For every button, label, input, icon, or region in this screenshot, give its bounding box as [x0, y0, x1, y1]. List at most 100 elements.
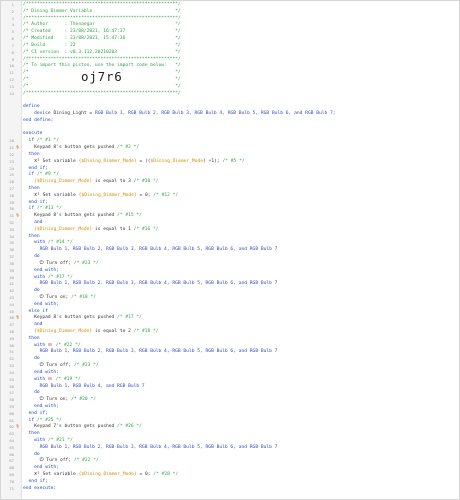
code-editor: oj7r6 1/********************************…: [0, 0, 460, 500]
code-line[interactable]: 11 /* */: [1, 70, 459, 77]
code-text: then: [23, 151, 40, 157]
code-line[interactable]: 28 x² Set variable {$Dining_Dimmer_Mode}…: [1, 193, 459, 200]
code-line[interactable]: 69 x² Set variable {$Dining_Dimmer_Mode}…: [1, 472, 459, 479]
code-line[interactable]: end define;: [1, 118, 459, 125]
code-line[interactable]: 36 RGB Bulb 1, RGB Bulb 2, RGB Bulb 3, R…: [1, 247, 459, 254]
code-line[interactable]: 21 ϟ Keypad 8's button gets pushed /* #2 …: [1, 145, 459, 152]
line-number: 62: [9, 424, 14, 430]
code-text: end with;: [23, 403, 59, 409]
code-line[interactable]: device Dining_Light = RGB Bulb 1, RGB Bu…: [1, 111, 459, 118]
code-text: do: [23, 288, 40, 294]
code-line[interactable]: 42 do: [1, 288, 459, 295]
line-number: 5: [11, 29, 14, 35]
line-number: 38: [9, 260, 14, 266]
code-line[interactable]: 32 and: [1, 220, 459, 227]
line-number: 12: [9, 76, 14, 82]
code-line[interactable]: 53 ⏻ Turn off; /* #23 */: [1, 363, 459, 370]
code-text: then: [23, 431, 40, 437]
code-text: ⏻ Turn on; /* #20 */: [39, 397, 96, 403]
code-line[interactable]: 55 with /* #19 */: [1, 376, 459, 384]
code-line[interactable]: 22 then: [1, 152, 459, 159]
line-number: 2: [11, 8, 14, 14]
code-line[interactable]: 27 then: [1, 186, 459, 193]
code-text: do: [23, 254, 40, 260]
code-text: /* */: [23, 70, 181, 76]
line-number: 31: [9, 213, 14, 219]
line-number: 71: [9, 485, 14, 491]
code-line[interactable]: 63 then: [1, 431, 459, 438]
line-number: 60: [9, 410, 14, 416]
code-line[interactable]: 48 {$Dining_Dimmer_Mode} is equal to 2 /…: [1, 329, 459, 336]
code-line[interactable]: 41 RGB Bulb 1, RGB Bulb 2, RGB Bulb 3, R…: [1, 281, 459, 288]
code-line[interactable]: 24 end if;: [1, 166, 459, 173]
code-line[interactable]: 70 end if;: [1, 479, 459, 486]
code-line[interactable]: 59 end with;: [1, 404, 459, 411]
code-text: Keypad 8's button gets pushed /* #2 */: [23, 145, 140, 151]
code-line[interactable]: 43 ⏻ Turn on; /* #18 */: [1, 295, 459, 302]
code-line[interactable]: 37 do: [1, 254, 459, 261]
code-line[interactable]: define: [1, 104, 459, 111]
code-line[interactable]: 26 {$Dining_Dimmer_Mode} is equal to 3 /…: [1, 179, 459, 186]
code-line[interactable]: 33 {$Dining_Dimmer_Mode} is equal to 1 /…: [1, 227, 459, 234]
code-text: RGB Bulb 1, RGB Bulb 2, RGB Bulb 3, RGB …: [23, 281, 278, 287]
code-line[interactable]: 46 ϟ Keypad 8's button gets pushed /* #17…: [1, 315, 459, 322]
code-line[interactable]: 49 then: [1, 336, 459, 343]
code-line[interactable]: 58 ⏻ Turn on; /* #20 */: [1, 397, 459, 404]
code-line[interactable]: 23 x² Set variable {$Dining_Dimmer_Mode}…: [1, 159, 459, 166]
line-number: 30: [9, 206, 14, 212]
line-number: 9: [11, 56, 14, 62]
code-line[interactable]: 71 end execute;: [1, 486, 459, 493]
code-line[interactable]: 38 ⏻ Turn off; /* #23 */: [1, 261, 459, 268]
code-text: and: [23, 220, 43, 225]
code-line[interactable]: 31 ϟ Keypad 8's button gets pushed /* #15…: [1, 213, 459, 220]
code-line[interactable]: 29 end if;: [1, 200, 459, 207]
code-line[interactable]: 51 RGB Bulb 1, RGB Bulb 2, RGB Bulb 3, R…: [1, 349, 459, 356]
code-line[interactable]: 12 /* */: [1, 77, 459, 84]
code-text: end if;: [23, 478, 48, 484]
code-line[interactable]: [1, 97, 459, 104]
line-number: 29: [9, 199, 14, 205]
line-number: 34: [9, 233, 14, 239]
code-line[interactable]: 6 /* Modified : 23/08/2021, 15:47:36 */: [1, 36, 459, 43]
line-number: 7: [11, 42, 14, 48]
code-text: Keypad 8's button gets pushed /* #15 */: [23, 213, 142, 219]
line-number: 54: [9, 369, 14, 375]
code-line[interactable]: 1 /**************************************…: [1, 2, 459, 9]
code-line[interactable]: 14 /*************************************…: [1, 91, 459, 98]
code-line[interactable]: 7 /* Build : 22 */: [1, 43, 459, 50]
code-line[interactable]: [1, 125, 459, 132]
code-text: end define;: [23, 117, 54, 123]
code-line[interactable]: 65 RGB Bulb 1, RGB Bulb 2, RGB Bulb 3, R…: [1, 445, 459, 452]
line-number: 58: [9, 397, 14, 403]
line-number: 43: [9, 294, 14, 300]
line-number: 6: [11, 36, 14, 42]
code-line[interactable]: 8 /* CI version : v0.3.112.20210203 */: [1, 50, 459, 57]
code-line[interactable]: 47 and: [1, 322, 459, 329]
code-line[interactable]: 64 with /* #21 */: [1, 438, 459, 445]
code-line[interactable]: execute: [1, 131, 459, 138]
line-number: 4: [11, 22, 14, 28]
code-text: end execute;: [23, 485, 57, 491]
line-number: 33: [9, 226, 14, 232]
code-line[interactable]: 39 end with;: [1, 268, 459, 275]
code-line[interactable]: 44 end with;: [1, 302, 459, 309]
code-text: /* */: [23, 76, 181, 82]
line-number: 32: [9, 220, 14, 225]
code-text: /* Dining Dimmer Variable */: [23, 8, 181, 14]
code-line[interactable]: 13 /* */: [1, 84, 459, 91]
code-text: end with;: [23, 369, 59, 375]
line-number: 10: [9, 63, 14, 69]
code-text: end with;: [23, 301, 59, 307]
code-line[interactable]: 60 end if;: [1, 411, 459, 418]
code-text: x² Set variable {$Dining_Dimmer_Mode} = …: [34, 158, 245, 164]
code-line[interactable]: 56 RGB Bulb 1, RGB Bulb 4, and RGB Bulb …: [1, 384, 459, 391]
code-line[interactable]: 2 /* Dining Dimmer Variable */: [1, 9, 459, 16]
line-number: 8: [11, 49, 14, 55]
line-number: 44: [9, 301, 14, 307]
code-text: with /* #19 */: [34, 376, 81, 382]
code-text: and: [23, 322, 43, 328]
code-line[interactable]: 62 ϟ Keypad 7's button gets pushed /* #26…: [1, 424, 459, 431]
code-text: then: [23, 185, 40, 191]
code-line[interactable]: 54 end with;: [1, 370, 459, 377]
code-line[interactable]: 67 ⏻ Turn off; /* #22 */: [1, 458, 459, 465]
